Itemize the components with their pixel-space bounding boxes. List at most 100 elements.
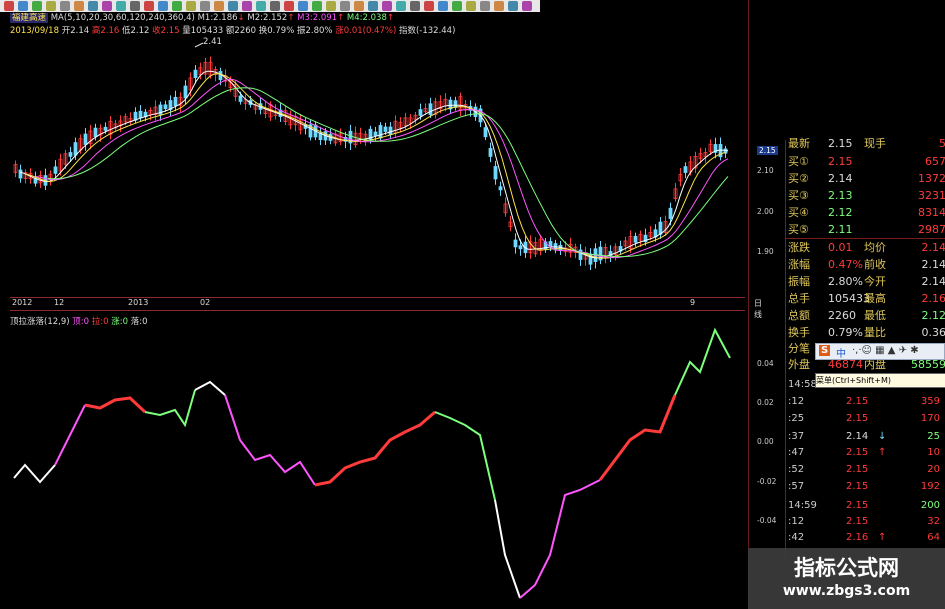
ma-m3: M3:2.091 [297,13,338,23]
bid-price: 2.15 [828,155,853,168]
stat-value: 2.14 [921,258,945,271]
candle-body [103,126,108,131]
price-tick: 2.00 [757,207,774,216]
stat-value: 2.12 [921,309,945,322]
stat-value: 0.79% [828,326,863,339]
bid-label: 买⑤ [788,223,809,236]
indicator-segment [84,396,147,414]
ime-tools[interactable]: ·,·☺ ▦ ▲ ✈ ✱ [852,345,919,356]
stat-label: 涨幅 [788,258,810,271]
ime-chinese-toggle[interactable]: 中 [836,345,846,360]
arrow-down-icon: ↓ [237,13,245,23]
candle-body [683,166,688,173]
indicator-segment [674,327,731,396]
ime-toolbar[interactable]: S 中 ·,·☺ ▦ ▲ ✈ ✱ [815,343,945,360]
candle-body [548,241,553,247]
bid-price: 2.12 [828,206,853,219]
stat-value: 2.80% [828,275,863,288]
bid-volume: 657 [925,155,945,168]
candle-body [93,127,98,138]
stat-label: 振幅 [788,275,810,288]
ma-line [19,70,729,259]
indicator-tick: -0.02 [757,477,777,486]
date-label: 2012 [12,298,33,307]
bid-row: 买② 2.14 1372 [786,171,945,187]
watermark-url: www.zbgs3.com [782,583,911,599]
fenbi-label[interactable]: 分笔 [788,341,810,357]
tick-row: :57 2.15 192 [788,481,940,492]
amplitude: 振2.80% [296,26,333,36]
candle-body [488,148,493,157]
stat-row: 换手 0.79% 量比 0.36 [786,325,945,341]
indicator-header: 顶拉涨落(12,9) 顶:0 拉:0 涨:0 落:0 [10,315,148,327]
indicator-segment [314,410,436,487]
stat-row: 总手 105433 最高 2.16 [786,291,945,307]
arrow-up-icon: ↑ [337,13,345,23]
moving-average-lines [19,70,729,259]
tick-row: :25 2.15 170 [788,413,940,424]
candle-body [73,142,78,156]
bid-volume: 2987 [918,223,945,236]
bid-price: 2.14 [828,172,853,185]
open: 开2.14 [61,26,90,36]
ma-m4: M4:2.038 [346,13,387,23]
candle-body [83,133,88,145]
indicator-tick: 0.04 [757,359,774,368]
indicator-tick: 0.02 [757,398,774,407]
bid-volume: 8314 [918,206,945,219]
indicator-segment [54,404,86,466]
amount: 额2260 [225,26,257,36]
candle-body [373,131,378,136]
turnover: 换0.79% [258,26,295,36]
latest-row: 最新 2.15 现手 5 [786,136,945,152]
stat-row: 涨跌 0.01 均价 2.14 [786,240,945,256]
ime-logo-icon[interactable]: S [819,345,831,356]
value-axis: 2.15 2.10 2.00 1.90 0.04 0.02 0.00 -0.02… [745,0,785,609]
date-label: 2013 [128,298,149,307]
candle-body [498,186,503,191]
index-value: 指数(-132.44) [398,26,456,36]
bid-label: 买① [788,155,809,168]
stat-value: 0.01 [828,241,853,254]
candle-body [53,166,58,174]
stat-label: 换手 [788,326,810,339]
candlesticks [13,56,728,271]
ohlc-header: 2013/09/18 开2.14 高2.16 低2.12 收2.15 量1054… [10,26,455,37]
indicator-value-la: 拉:0 [91,317,109,327]
date-label: 9 [690,298,696,307]
candle-body [518,245,523,250]
indicator-tick: 0.00 [757,437,774,446]
candle-body [163,104,168,110]
ma-m2: M2:2.152 [247,13,288,23]
stat-value: 2.14 [921,241,945,254]
tick-row: :12 2.15 32 [788,516,940,527]
close: 收2.15 [152,26,180,36]
indicator-value-zhang: 涨:0 [111,317,129,327]
candle-body [633,235,638,243]
stat-row: 振幅 2.80% 今开 2.14 [786,274,945,290]
stock-name[interactable]: 福建高速 [10,13,49,23]
indicator-segment [494,499,521,599]
bid-price: 2.13 [828,189,853,202]
volume: 量105433 [182,26,224,36]
latest-label: 最新 [788,137,810,150]
candle-body [138,110,143,119]
candle-body [493,166,498,180]
stat-label: 总手 [788,292,810,305]
bid-row: 买④ 2.12 8314 [786,205,945,221]
date-axis: 2012 12 2013 02 9 日线 [10,297,762,319]
date: 2013/09/18 [10,26,59,36]
indicator-segment [224,394,316,486]
indicator-value-ding: 顶:0 [72,317,90,327]
indicator-segment [519,479,601,599]
tick-row: :47 2.15 ↑ 10 [788,447,940,458]
candle-body [453,100,458,108]
ma-line [25,73,727,259]
high: 高2.16 [91,26,120,36]
indicator-name[interactable]: 顶拉涨落(12,9) [10,317,70,327]
stat-value: 2260 [828,309,856,322]
bid-label: 买③ [788,189,809,202]
stat-label: 前收 [864,258,886,271]
tick-row: 14:59 2.15 200 [788,500,940,511]
stat-value: 0.47% [828,258,863,271]
